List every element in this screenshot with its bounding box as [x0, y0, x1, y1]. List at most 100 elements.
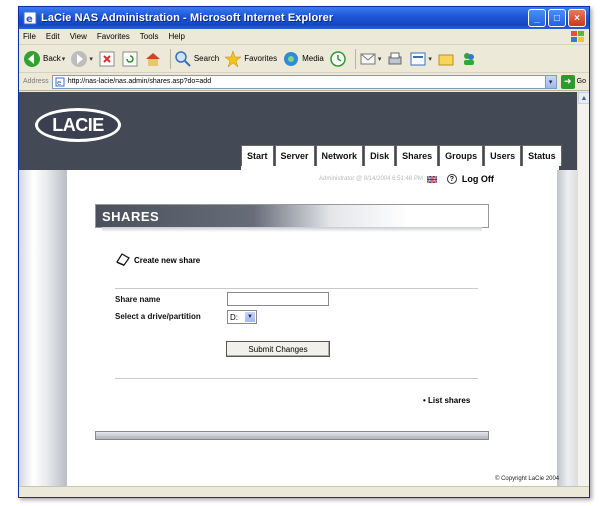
tab-underline: [241, 166, 559, 170]
print-icon: [388, 52, 402, 64]
back-dropdown-icon[interactable]: ▾: [62, 55, 66, 63]
tab-network[interactable]: Network: [315, 145, 364, 166]
search-icon: [175, 50, 191, 67]
mail-dropdown-icon[interactable]: ▾: [378, 55, 382, 63]
refresh-icon: [122, 51, 138, 66]
nav-tabs: Start Server Network Disk Shares Groups …: [241, 145, 562, 166]
toolbar-separator-2: [354, 48, 356, 69]
right-sidebar-decoration: [557, 170, 579, 488]
submit-changes-button[interactable]: Submit Changes: [226, 341, 330, 357]
logoff-link[interactable]: Log Off: [462, 174, 494, 184]
mail-icon: [360, 53, 376, 64]
divider-top: [115, 288, 478, 289]
print-button[interactable]: [386, 50, 404, 68]
menu-favorites[interactable]: Favorites: [97, 32, 130, 41]
messenger-button[interactable]: [460, 50, 478, 68]
star-icon: [224, 49, 242, 68]
menu-help[interactable]: Help: [168, 32, 184, 41]
chevron-down-icon: ▼: [245, 312, 255, 322]
discuss-button[interactable]: [437, 50, 455, 68]
help-icon[interactable]: ?: [446, 174, 457, 184]
admin-status: Administrator @ 8/14/2004 6:51:48 PM: [319, 176, 423, 182]
create-share-heading: Create new share: [115, 252, 200, 266]
vertical-scrollbar[interactable]: ▲: [577, 92, 589, 488]
window-title: LaCie NAS Administration - Microsoft Int…: [41, 12, 334, 24]
divider-bottom: [115, 378, 478, 379]
stop-icon: [99, 51, 115, 66]
menu-file[interactable]: File: [23, 32, 36, 41]
tab-start[interactable]: Start: [241, 145, 274, 166]
close-button[interactable]: ×: [568, 9, 586, 27]
address-input[interactable]: e http://nas-lacie/nas.admin/shares.asp?…: [51, 74, 546, 89]
media-button[interactable]: Media: [282, 50, 324, 68]
menu-bar: File Edit View Favorites Tools Help: [19, 29, 589, 45]
page-icon: e: [55, 77, 65, 87]
uk-flag-icon[interactable]: [426, 175, 437, 183]
folder-icon: [438, 54, 454, 65]
history-button[interactable]: [329, 50, 347, 68]
search-button[interactable]: Search: [174, 50, 219, 68]
mail-button[interactable]: ▾: [359, 50, 382, 68]
history-icon: [330, 50, 346, 67]
minimize-button[interactable]: _: [528, 9, 546, 27]
edit-dropdown-icon[interactable]: ▾: [428, 55, 432, 63]
ie-window: e LaCie NAS Administration - Microsoft I…: [18, 6, 590, 498]
left-sidebar-decoration: [19, 170, 67, 488]
title-bar[interactable]: e LaCie NAS Administration - Microsoft I…: [19, 7, 589, 29]
media-icon: [284, 51, 299, 66]
stop-button[interactable]: [98, 50, 116, 68]
drive-select[interactable]: D: ▼: [227, 310, 257, 324]
address-label: Address: [23, 78, 49, 85]
go-arrow-icon: ➜: [560, 74, 575, 89]
forward-dropdown-icon[interactable]: ▾: [89, 55, 93, 63]
page-content: LACIE Start Server Network Disk Shares G…: [19, 92, 579, 488]
logo-text: LACIE: [52, 114, 104, 135]
list-shares-link[interactable]: • List shares: [423, 396, 470, 405]
address-bar: Address e http://nas-lacie/nas.admin/sha…: [19, 73, 589, 91]
media-label: Media: [302, 54, 324, 63]
footer-bar: [95, 431, 489, 440]
menu-tools[interactable]: Tools: [140, 32, 159, 41]
toolbar: Back ▾ ▾ Search Favorites Media ▾ ▾: [19, 45, 589, 73]
lacie-logo: LACIE: [35, 108, 121, 142]
refresh-button[interactable]: [121, 50, 139, 68]
copyright: © Copyright LaCie 2004: [495, 476, 560, 482]
drive-label: Select a drive/partition: [115, 312, 201, 321]
forward-arrow-icon: [71, 50, 88, 67]
tab-status[interactable]: Status: [522, 145, 562, 166]
page-title: SHARES: [102, 209, 160, 224]
home-icon: [145, 52, 160, 66]
menu-edit[interactable]: Edit: [46, 32, 60, 41]
drive-select-value: D:: [230, 312, 238, 322]
go-button[interactable]: ➜ Go: [560, 74, 586, 89]
tab-shares[interactable]: Shares: [396, 145, 439, 166]
messenger-icon: [463, 52, 474, 65]
section-banner: SHARES: [95, 204, 489, 232]
address-dropdown-icon[interactable]: ▾: [544, 74, 557, 89]
tab-disk[interactable]: Disk: [364, 145, 396, 166]
maximize-button[interactable]: □: [548, 9, 566, 27]
home-button[interactable]: [144, 50, 162, 68]
menu-view[interactable]: View: [70, 32, 87, 41]
toolbar-separator: [169, 48, 171, 69]
go-label: Go: [576, 78, 586, 85]
tab-users[interactable]: Users: [484, 145, 522, 166]
share-name-input[interactable]: [227, 292, 329, 306]
scroll-up-icon[interactable]: ▲: [578, 92, 589, 104]
back-arrow-icon: [24, 50, 40, 67]
forward-button[interactable]: ▾: [70, 50, 93, 68]
back-button[interactable]: Back ▾: [23, 50, 65, 68]
back-label: Back: [43, 54, 61, 63]
favorites-button[interactable]: Favorites: [224, 49, 277, 68]
ie-page-icon: e: [23, 11, 37, 25]
share-name-label: Share name: [115, 295, 161, 304]
windows-logo-icon: [571, 31, 584, 42]
tab-server[interactable]: Server: [274, 145, 315, 166]
edit-button[interactable]: ▾: [409, 50, 432, 68]
svg-text:e: e: [26, 14, 33, 25]
create-share-label: Create new share: [134, 256, 201, 265]
create-share-icon: [116, 253, 130, 266]
tab-groups[interactable]: Groups: [439, 145, 484, 166]
edit-icon: [410, 52, 426, 65]
status-bar: [19, 486, 589, 497]
